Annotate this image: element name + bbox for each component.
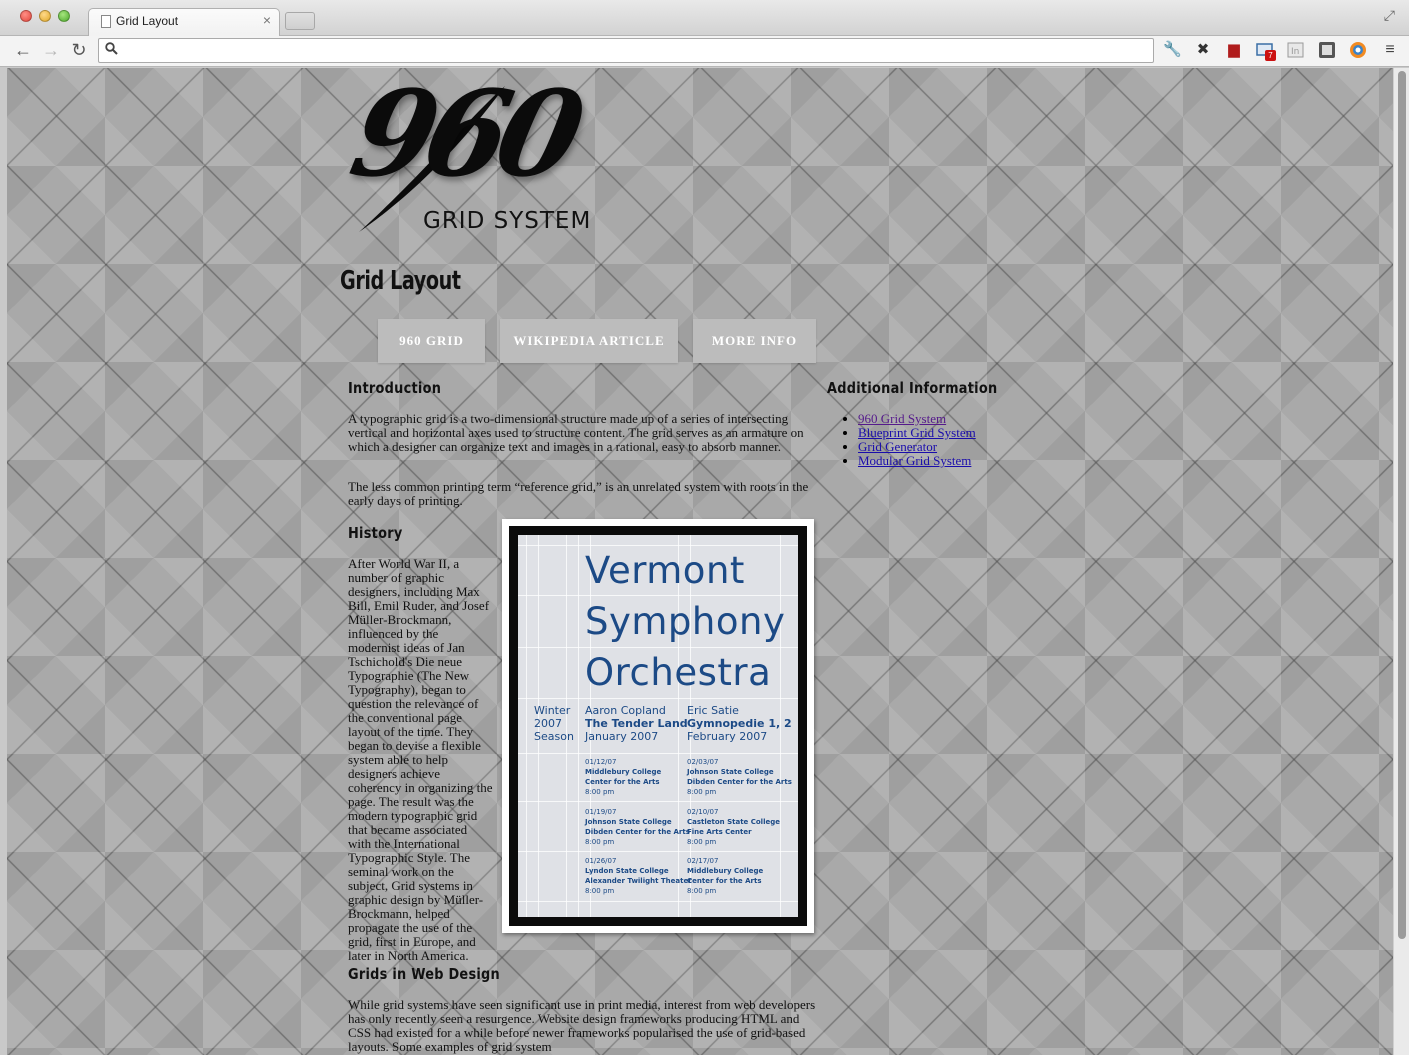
tab-close-icon[interactable]: × [263, 12, 271, 28]
vertical-scrollbar[interactable] [1393, 68, 1409, 1055]
fullscreen-icon[interactable]: ⤢ [1384, 7, 1395, 24]
poster-event: 02/03/07 Johnson State College Dibden Ce… [687, 758, 792, 796]
tab-title: Grid Layout [116, 14, 179, 28]
page-title: Grid Layout [340, 266, 461, 296]
introduction-paragraph-2: The less common printing term “reference… [348, 479, 809, 508]
poster-event: 02/10/07 Castleton State College Fine Ar… [687, 808, 780, 846]
address-bar[interactable] [98, 38, 1154, 63]
link-grid-generator[interactable]: Grid Generator [858, 439, 937, 454]
page-icon [101, 15, 111, 28]
sofa-extension-icon[interactable]: ▆ [1225, 41, 1243, 59]
reload-icon[interactable]: ↻ [68, 40, 90, 61]
web-design-heading: Grids in Web Design [348, 965, 501, 983]
forward-icon[interactable]: → [40, 40, 62, 61]
web-design-paragraph: While grid systems have seen significant… [348, 997, 816, 1054]
nav-wikipedia-article[interactable]: WIKIPEDIA ARTICLE [500, 319, 678, 363]
poster-event: 02/17/07 Middlebury College Center for t… [687, 857, 764, 895]
menu-icon[interactable]: ≡ [1381, 41, 1399, 59]
evernote-extension-icon[interactable] [1318, 41, 1336, 59]
tab-grid-layout[interactable]: Grid Layout × [88, 8, 280, 37]
additional-info-links: 960 Grid System Blueprint Grid System Gr… [858, 412, 976, 468]
logo-number: 960 [340, 68, 587, 203]
pin-extension-icon[interactable]: ✖ [1194, 41, 1212, 59]
scrollbar-thumb[interactable] [1398, 71, 1406, 939]
poster-col2-header: Eric Satie Gymnopedie 1, 2 February 2007 [687, 704, 792, 743]
wrench-extension-icon[interactable]: 🔧 [1163, 41, 1182, 59]
color-picker-extension-icon[interactable] [1349, 41, 1367, 59]
svg-text:In: In [1291, 47, 1299, 57]
list-item: Grid Generator [858, 440, 976, 454]
screen-capture-extension-icon[interactable]: 7 [1256, 41, 1276, 61]
page-viewport: 960 GRID SYSTEM Grid Layout 960 GRID WIK… [7, 68, 1393, 1055]
history-heading: History [348, 524, 403, 542]
link-modular-grid-system[interactable]: Modular Grid System [858, 453, 971, 468]
list-item: Blueprint Grid System [858, 426, 976, 440]
window-zoom-button[interactable] [58, 10, 70, 22]
extension-badge: 7 [1265, 50, 1276, 61]
additional-info-heading: Additional Information [827, 379, 998, 397]
list-item: Modular Grid System [858, 454, 976, 468]
browser-toolbar: ← → ↻ 🔧 ✖ ▆ 7 In ≡ [0, 36, 1409, 67]
introduction-heading: Introduction [348, 379, 442, 397]
introduction-paragraph-1: A typographic grid is a two-dimensional … [348, 411, 804, 454]
search-icon [105, 42, 118, 58]
link-blueprint-grid-system[interactable]: Blueprint Grid System [858, 425, 976, 440]
nav-more-info[interactable]: MORE INFO [693, 319, 816, 363]
logo-subtitle: GRID SYSTEM [423, 208, 592, 234]
tab-strip: Grid Layout × ⤢ [0, 0, 1409, 37]
link-960-grid-system[interactable]: 960 Grid System [858, 411, 946, 426]
history-paragraph: After World War II, a number of graphic … [348, 556, 493, 963]
logo[interactable]: 960 GRID SYSTEM [340, 68, 605, 242]
linkedin-extension-icon[interactable]: In [1287, 41, 1305, 59]
nav-960-grid[interactable]: 960 GRID [378, 319, 485, 363]
list-item: 960 Grid System [858, 412, 976, 426]
new-tab-button[interactable] [285, 12, 315, 30]
back-icon[interactable]: ← [12, 40, 34, 61]
window-close-button[interactable] [20, 10, 32, 22]
address-input[interactable] [123, 41, 1143, 60]
window-minimize-button[interactable] [39, 10, 51, 22]
